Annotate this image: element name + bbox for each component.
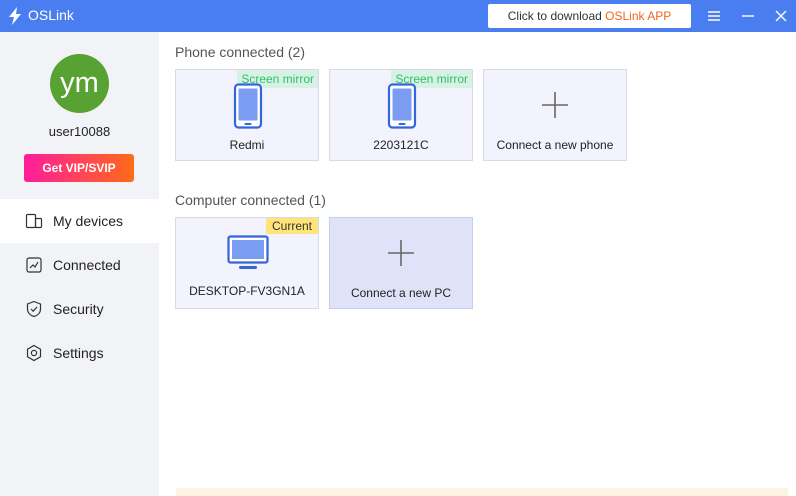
download-prefix: Click to download xyxy=(507,9,602,23)
plus-icon xyxy=(542,92,568,118)
connect-new-phone-label: Connect a new phone xyxy=(496,138,614,152)
phone-section-title: Phone connected (2) xyxy=(175,44,305,60)
sidebar-item-label: Settings xyxy=(53,345,104,361)
minimize-icon[interactable] xyxy=(738,6,758,26)
oslink-logo-icon xyxy=(9,7,21,25)
device-card-phone[interactable]: Screen mirror 2203121C xyxy=(329,69,473,161)
devices-icon xyxy=(25,213,43,229)
monitor-icon xyxy=(227,235,269,269)
avatar-initials: ym xyxy=(60,67,99,99)
menu-icon[interactable] xyxy=(704,6,724,26)
download-app-button[interactable]: Click to download OSLink APP xyxy=(488,4,691,28)
main-content: Phone connected (2) Screen mirror Redmi … xyxy=(159,32,796,496)
connect-new-phone-card[interactable]: Connect a new phone xyxy=(483,69,627,161)
sidebar: ym user10088 Get VIP/SVIP My devices Con… xyxy=(0,32,159,496)
device-name: 2203121C xyxy=(373,138,429,152)
device-name: DESKTOP-FV3GN1A xyxy=(189,284,305,298)
phone-icon xyxy=(387,83,417,129)
gear-icon xyxy=(26,344,42,362)
connect-new-pc-label: Connect a new PC xyxy=(350,286,452,300)
device-name: Redmi xyxy=(229,138,265,152)
username: user10088 xyxy=(48,124,111,139)
shield-icon xyxy=(26,300,42,318)
plus-icon xyxy=(388,240,414,266)
sidebar-item-my-devices[interactable]: My devices xyxy=(0,199,159,243)
device-card-phone[interactable]: Screen mirror Redmi xyxy=(175,69,319,161)
download-brand: OSLink APP xyxy=(605,9,672,23)
connect-new-pc-card[interactable]: Connect a new PC xyxy=(329,217,473,309)
close-icon[interactable] xyxy=(771,6,791,26)
sidebar-item-connected[interactable]: Connected xyxy=(0,243,159,287)
computer-section-title: Computer connected (1) xyxy=(175,192,326,208)
avatar[interactable]: ym xyxy=(50,54,109,113)
sidebar-item-label: Connected xyxy=(53,257,121,273)
connected-icon xyxy=(26,257,42,273)
notice-bar xyxy=(176,488,788,496)
phone-icon xyxy=(233,83,263,129)
title-bar: OSLink Click to download OSLink APP xyxy=(0,0,796,32)
app-title: OSLink xyxy=(28,7,74,23)
device-card-computer[interactable]: Current DESKTOP-FV3GN1A xyxy=(175,217,319,309)
sidebar-item-security[interactable]: Security xyxy=(0,287,159,331)
sidebar-item-label: My devices xyxy=(53,213,124,229)
current-badge: Current xyxy=(265,218,318,234)
sidebar-item-label: Security xyxy=(53,301,104,317)
sidebar-item-settings[interactable]: Settings xyxy=(0,331,159,375)
get-vip-button[interactable]: Get VIP/SVIP xyxy=(24,154,134,182)
